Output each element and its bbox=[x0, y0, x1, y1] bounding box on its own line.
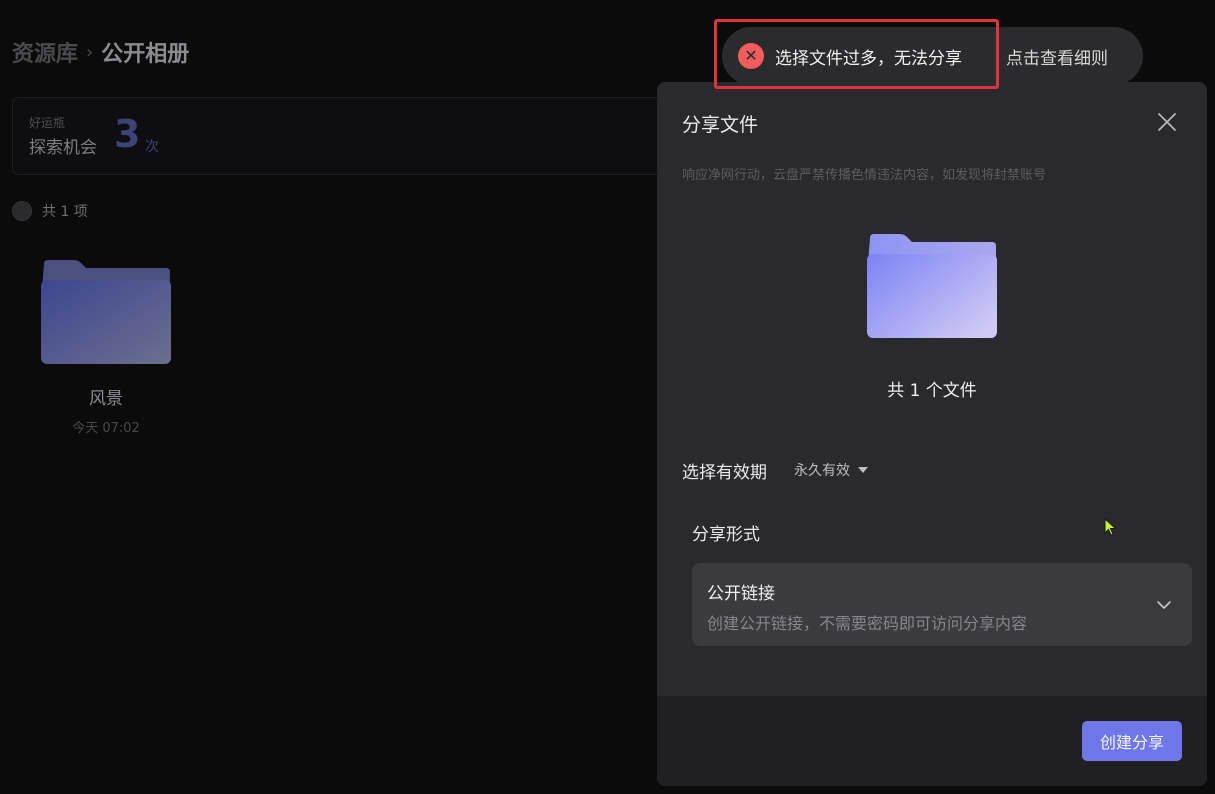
dialog-title: 分享文件 bbox=[682, 114, 759, 136]
mouse-cursor-icon bbox=[1104, 518, 1117, 536]
folder-name: 风景 bbox=[89, 389, 123, 409]
highlight-outline bbox=[714, 19, 999, 89]
select-all-radio[interactable] bbox=[12, 201, 32, 221]
share-form-label: 分享形式 bbox=[692, 525, 760, 545]
lucky-bottle-card[interactable]: 好运瓶 探索机会 3 次 bbox=[12, 97, 672, 175]
file-count: 共 1 个文件 bbox=[887, 381, 977, 401]
breadcrumb: 资源库 › 公开相册 bbox=[12, 36, 189, 68]
breadcrumb-separator-icon: › bbox=[86, 41, 94, 63]
folder-icon bbox=[41, 260, 171, 364]
share-dialog: 分享文件 响应净网行动，云盘严禁传播色情违法内容，如发现将封禁账号 共 1 个文… bbox=[657, 82, 1207, 786]
item-count-label: 共 1 项 bbox=[42, 204, 88, 220]
chance-unit: 次 bbox=[145, 139, 159, 155]
explore-chance-label: 探索机会 bbox=[29, 138, 97, 158]
close-button[interactable] bbox=[1153, 108, 1181, 136]
close-icon bbox=[1158, 113, 1176, 131]
share-form-select[interactable]: 公开链接 创建公开链接，不需要密码即可访问分享内容 bbox=[692, 563, 1192, 646]
validity-value: 永久有效 bbox=[794, 463, 850, 479]
lucky-bottle-label: 好运瓶 bbox=[29, 116, 66, 130]
select-all[interactable]: 共 1 项 bbox=[12, 201, 88, 221]
share-form-description: 创建公开链接，不需要密码即可访问分享内容 bbox=[707, 614, 1028, 633]
caret-down-icon bbox=[858, 467, 868, 473]
folder-date: 今天 07:02 bbox=[72, 421, 140, 436]
create-share-button[interactable]: 创建分享 bbox=[1082, 721, 1182, 761]
validity-label: 选择有效期 bbox=[682, 463, 767, 483]
folder-item[interactable]: 风景 今天 07:02 bbox=[40, 258, 172, 436]
content-notice: 响应净网行动，云盘严禁传播色情违法内容，如发现将封禁账号 bbox=[682, 168, 1047, 183]
breadcrumb-current: 公开相册 bbox=[101, 42, 190, 67]
validity-dropdown[interactable]: 永久有效 bbox=[794, 460, 868, 480]
breadcrumb-root[interactable]: 资源库 bbox=[12, 36, 78, 68]
dialog-footer: 创建分享 bbox=[657, 696, 1207, 786]
shared-folder-icon bbox=[867, 234, 997, 338]
share-form-title: 公开链接 bbox=[707, 584, 775, 604]
chevron-down-icon bbox=[1157, 601, 1171, 609]
chance-count: 3 bbox=[114, 112, 141, 156]
view-rules-link[interactable]: 点击查看细则 bbox=[1006, 44, 1108, 69]
